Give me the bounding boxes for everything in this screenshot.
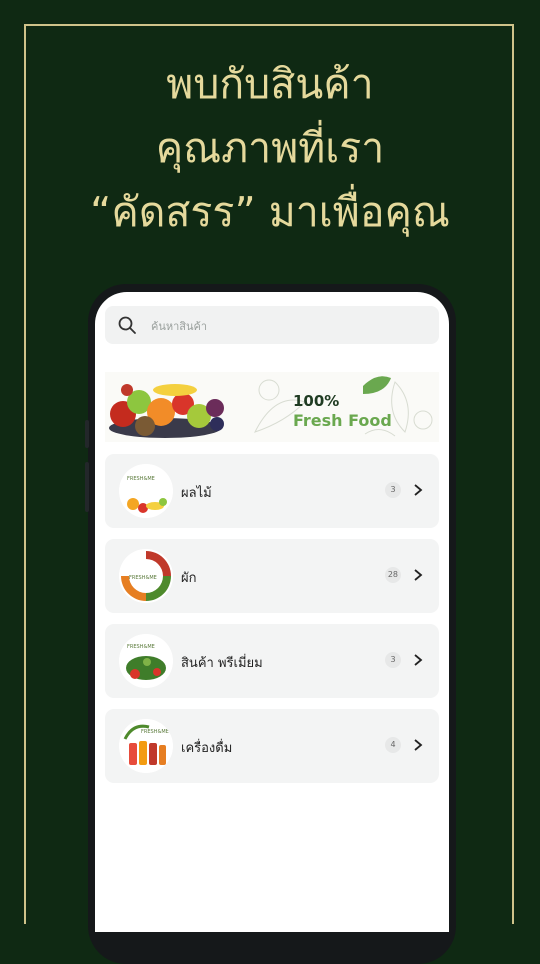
category-card-drinks[interactable]: FRESH&ME เครื่องดื่ม 4 <box>105 709 439 783</box>
app-screen: ค้นหาสินค้า 100% Fresh Food FRESH&ME ผลไ… <box>95 292 449 932</box>
svg-text:FRESH&ME: FRESH&ME <box>127 476 155 482</box>
item-count-badge: 4 <box>385 737 401 753</box>
category-label: เครื่องดื่ม <box>181 741 233 756</box>
phone-side-button <box>85 420 89 448</box>
fruit-basket-image <box>105 372 235 442</box>
brand-percent: 100% <box>293 392 340 410</box>
phone-side-button <box>85 462 89 512</box>
category-label: ผัก <box>181 571 197 586</box>
item-count-badge: 3 <box>385 652 401 668</box>
brand-fresh-food: Fresh Food <box>293 411 392 430</box>
chevron-right-icon <box>414 739 423 751</box>
category-label: ผลไม้ <box>181 486 212 501</box>
category-thumbnail: FRESH&ME <box>119 719 173 773</box>
search-icon <box>118 316 136 334</box>
category-thumbnail: FRESH&ME <box>119 464 173 518</box>
svg-text:FRESH&ME: FRESH&ME <box>129 575 157 581</box>
item-count-badge: 28 <box>384 567 401 583</box>
search-bar[interactable]: ค้นหาสินค้า <box>105 306 439 344</box>
item-count-badge: 3 <box>385 482 401 498</box>
brand-slogan: 100% Fresh Food <box>293 392 392 430</box>
promo-banner[interactable]: 100% Fresh Food <box>105 372 439 442</box>
chevron-right-icon <box>414 654 423 666</box>
headline-line-2: คุณภาพที่เรา <box>155 124 385 172</box>
headline-line-1: พบกับสินค้า <box>166 60 374 108</box>
category-card-premium[interactable]: FRESH&ME สินค้า พรีเมี่ยม 3 <box>105 624 439 698</box>
svg-text:FRESH&ME: FRESH&ME <box>141 729 169 735</box>
category-card-fruit[interactable]: FRESH&ME ผลไม้ 3 <box>105 454 439 528</box>
promo-headline: พบกับสินค้า คุณภาพที่เรา “คัดสรร” มาเพื่… <box>0 52 540 244</box>
chevron-right-icon <box>414 569 423 581</box>
search-placeholder: ค้นหาสินค้า <box>151 320 208 333</box>
category-card-vegetable[interactable]: FRESH&ME ผัก 28 <box>105 539 439 613</box>
category-label: สินค้า พรีเมี่ยม <box>181 656 263 671</box>
chevron-right-icon <box>414 484 423 496</box>
category-thumbnail: FRESH&ME <box>119 634 173 688</box>
category-thumbnail: FRESH&ME <box>119 549 173 603</box>
svg-text:FRESH&ME: FRESH&ME <box>127 644 155 650</box>
headline-line-3: “คัดสรร” มาเพื่อคุณ <box>90 188 450 236</box>
